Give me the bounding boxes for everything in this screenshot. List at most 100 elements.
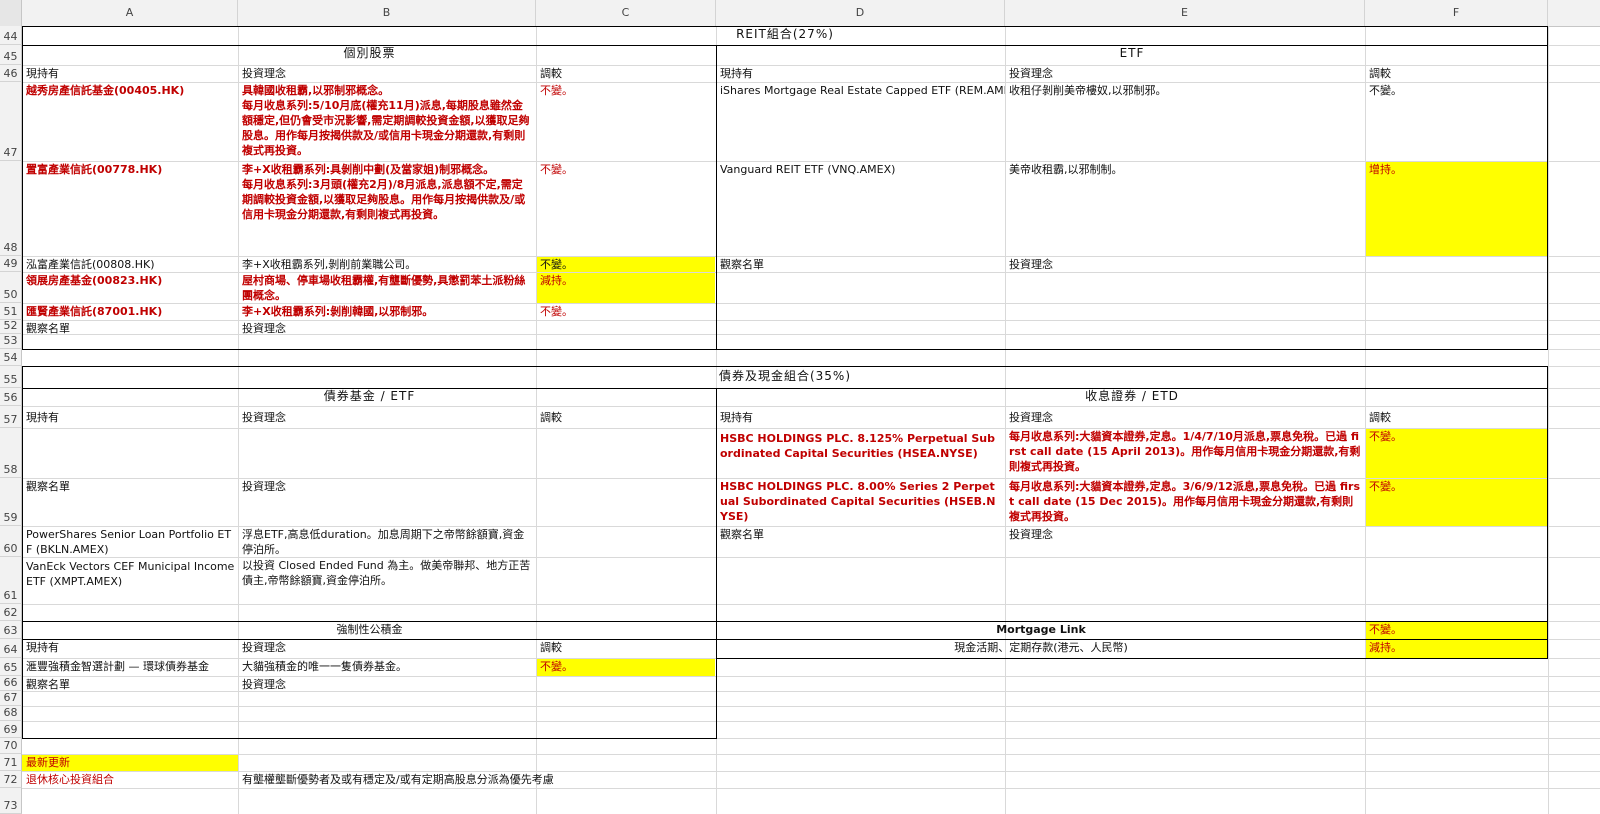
fund-watch-name[interactable]: VanEck Vectors CEF Municipal Income ETF … xyxy=(23,557,238,604)
etf-adjust[interactable]: 增持。 xyxy=(1366,161,1547,256)
mortgage-link-adjust[interactable]: 不變。 xyxy=(1366,621,1547,639)
etf-name[interactable]: iShares Mortgage Real Estate Capped ETF … xyxy=(717,82,1005,161)
row-header[interactable]: 47 xyxy=(0,82,22,161)
col-label-adjust[interactable]: 調較 xyxy=(1366,65,1547,82)
column-header-e[interactable]: E xyxy=(1005,0,1365,26)
row-header[interactable]: 50 xyxy=(0,272,22,303)
column-header-d[interactable]: D xyxy=(716,0,1005,26)
row-header[interactable]: 55 xyxy=(0,366,22,388)
holding-adjust[interactable]: 不變。 xyxy=(537,256,716,272)
etd-watchlist-idea-label[interactable]: 投資理念 xyxy=(1006,526,1365,557)
bond-fund-header[interactable]: 債券基金 / ETF xyxy=(23,388,716,406)
etd-adjust[interactable]: 不變。 xyxy=(1366,428,1547,478)
select-all-corner[interactable] xyxy=(0,0,22,26)
row-header[interactable]: 62 xyxy=(0,604,22,621)
col-label-idea[interactable]: 投資理念 xyxy=(239,65,536,82)
holding-name[interactable]: 泓富產業信託(00808.HK) xyxy=(23,256,238,272)
retire-core-portfolio-label[interactable]: 退休核心投資組合 xyxy=(23,771,238,788)
fund-watchlist-idea-label[interactable]: 投資理念 xyxy=(239,478,536,526)
etd-idea[interactable]: 每月收息系列:大貓資本證券,定息。3/6/9/12派息,票息免稅。已過 firs… xyxy=(1006,478,1365,526)
column-header-f[interactable]: F xyxy=(1365,0,1548,26)
row-header[interactable]: 66 xyxy=(0,676,22,691)
fund-watch-idea[interactable]: 浮息ETF,高息低duration。加息周期下之帝幣餘額寶,資金停泊所。 xyxy=(239,526,536,557)
etd-name[interactable]: HSBC HOLDINGS PLC. 8.125% Perpetual Subo… xyxy=(717,428,1005,478)
latest-update-label[interactable]: 最新更新 xyxy=(23,754,238,771)
cash-deposit-label[interactable]: 現金活期、定期存款(港元、人民幣) xyxy=(717,639,1365,658)
holding-adjust[interactable]: 不變。 xyxy=(537,303,716,320)
row-header[interactable]: 65 xyxy=(0,658,22,676)
mortgage-link-label[interactable]: Mortgage Link xyxy=(717,621,1365,639)
row-header[interactable]: 56 xyxy=(0,388,22,406)
holding-idea[interactable]: 李+X收租霸系列:剝削韓國,以邪制邪。 xyxy=(239,303,536,320)
holding-idea[interactable]: 屋村商場、停車場收租霸權,有壟斷優勢,具懲罰苯土派粉絲團概念。 xyxy=(239,272,536,303)
column-header-a[interactable]: A xyxy=(22,0,238,26)
etd-watchlist-label[interactable]: 觀察名單 xyxy=(717,526,1005,557)
col-label-holding[interactable]: 現持有 xyxy=(23,639,238,658)
cash-deposit-adjust[interactable]: 減持。 xyxy=(1366,639,1547,658)
fund-watch-name[interactable]: PowerShares Senior Loan Portfolio ETF (B… xyxy=(23,526,238,557)
etf-watchlist-label[interactable]: 觀察名單 xyxy=(717,256,1005,272)
col-label-adjust[interactable]: 調較 xyxy=(537,639,716,658)
row-header[interactable]: 72 xyxy=(0,771,22,788)
stocks-watchlist-idea-label[interactable]: 投資理念 xyxy=(239,320,536,334)
mpf-header[interactable]: 強制性公積金 xyxy=(23,621,716,639)
column-header-c[interactable]: C xyxy=(536,0,716,26)
holding-idea[interactable]: 李+X收租霸系列,剝削前業職公司。 xyxy=(239,256,536,272)
col-label-holding[interactable]: 現持有 xyxy=(717,65,1005,82)
row-header[interactable]: 44 xyxy=(0,26,22,45)
reit-etf-header[interactable]: ETF xyxy=(717,45,1547,65)
row-header[interactable]: 60 xyxy=(0,526,22,557)
row-header[interactable]: 45 xyxy=(0,45,22,65)
row-header[interactable]: 71 xyxy=(0,754,22,771)
row-header[interactable]: 48 xyxy=(0,161,22,256)
mpf-holding-name[interactable]: 滙豐強積金智選計劃 — 環球債券基金 xyxy=(23,658,238,676)
mpf-watchlist-label[interactable]: 觀察名單 xyxy=(23,676,238,691)
stocks-watchlist-label[interactable]: 觀察名單 xyxy=(23,320,238,334)
etd-idea[interactable]: 每月收息系列:大貓資本證券,定息。1/4/7/10月派息,票息免稅。已過 fir… xyxy=(1006,428,1365,478)
row-header[interactable]: 69 xyxy=(0,721,22,738)
row-header[interactable]: 52 xyxy=(0,319,22,334)
row-header[interactable]: 49 xyxy=(0,256,22,272)
col-label-adjust[interactable]: 調較 xyxy=(537,406,716,428)
col-label-holding[interactable]: 現持有 xyxy=(23,406,238,428)
col-label-idea[interactable]: 投資理念 xyxy=(1006,406,1365,428)
row-header[interactable]: 54 xyxy=(0,349,22,366)
reit-stocks-header[interactable]: 個別股票 xyxy=(23,45,716,65)
holding-idea[interactable]: 李+X收租霸系列:具剝削中劃(及當家姐)制邪概念。 每月收息系列:3月頭(權充2… xyxy=(239,161,536,256)
mpf-holding-adjust[interactable]: 不變。 xyxy=(537,658,716,676)
row-header[interactable]: 46 xyxy=(0,65,22,82)
row-header[interactable]: 58 xyxy=(0,428,22,478)
mpf-watchlist-idea-label[interactable]: 投資理念 xyxy=(239,676,536,691)
etd-adjust[interactable]: 不變。 xyxy=(1366,478,1547,526)
bond-section-title[interactable]: 債券及現金組合(35%) xyxy=(23,366,1547,388)
row-header[interactable]: 73 xyxy=(0,788,22,814)
col-label-idea[interactable]: 投資理念 xyxy=(239,406,536,428)
column-header-b[interactable]: B xyxy=(238,0,536,26)
bond-etd-header[interactable]: 收息證券 / ETD xyxy=(717,388,1547,406)
holding-adjust[interactable]: 不變。 xyxy=(537,82,716,161)
col-label-idea[interactable]: 投資理念 xyxy=(239,639,536,658)
etf-watchlist-idea-label[interactable]: 投資理念 xyxy=(1006,256,1365,272)
row-header[interactable]: 70 xyxy=(0,738,22,754)
holding-name[interactable]: 越秀房產信託基金(00405.HK) xyxy=(23,82,238,161)
col-label-holding[interactable]: 現持有 xyxy=(717,406,1005,428)
spreadsheet[interactable]: A B C D E F 44 45 46 47 48 49 50 51 52 5… xyxy=(0,0,1600,814)
holding-idea[interactable]: 具韓國收租霸,以邪制邪概念。 每月收息系列:5/10月底(權充11月)派息,每期… xyxy=(239,82,536,161)
row-header[interactable]: 53 xyxy=(0,334,22,349)
row-header[interactable]: 63 xyxy=(0,621,22,639)
reit-section-title[interactable]: REIT組合(27%) xyxy=(23,26,1547,45)
holding-name[interactable]: 置富產業信託(00778.HK) xyxy=(23,161,238,256)
row-header[interactable]: 68 xyxy=(0,706,22,721)
holding-adjust[interactable]: 減持。 xyxy=(537,272,716,303)
row-header[interactable]: 61 xyxy=(0,557,22,604)
etf-adjust[interactable]: 不變。 xyxy=(1366,82,1547,161)
row-header[interactable]: 59 xyxy=(0,478,22,526)
holding-name[interactable]: 匯賢產業信託(87001.HK) xyxy=(23,303,238,320)
row-header[interactable]: 64 xyxy=(0,639,22,658)
row-header[interactable]: 67 xyxy=(0,691,22,706)
etf-name[interactable]: Vanguard REIT ETF (VNQ.AMEX) xyxy=(717,161,1005,256)
col-label-holding[interactable]: 現持有 xyxy=(23,65,238,82)
footer-note[interactable]: 有壟權壟斷優勢者及或有穩定及/或有定期高股息分派為優先考慮 xyxy=(239,771,839,788)
col-label-idea[interactable]: 投資理念 xyxy=(1006,65,1365,82)
holding-adjust[interactable]: 不變。 xyxy=(537,161,716,256)
